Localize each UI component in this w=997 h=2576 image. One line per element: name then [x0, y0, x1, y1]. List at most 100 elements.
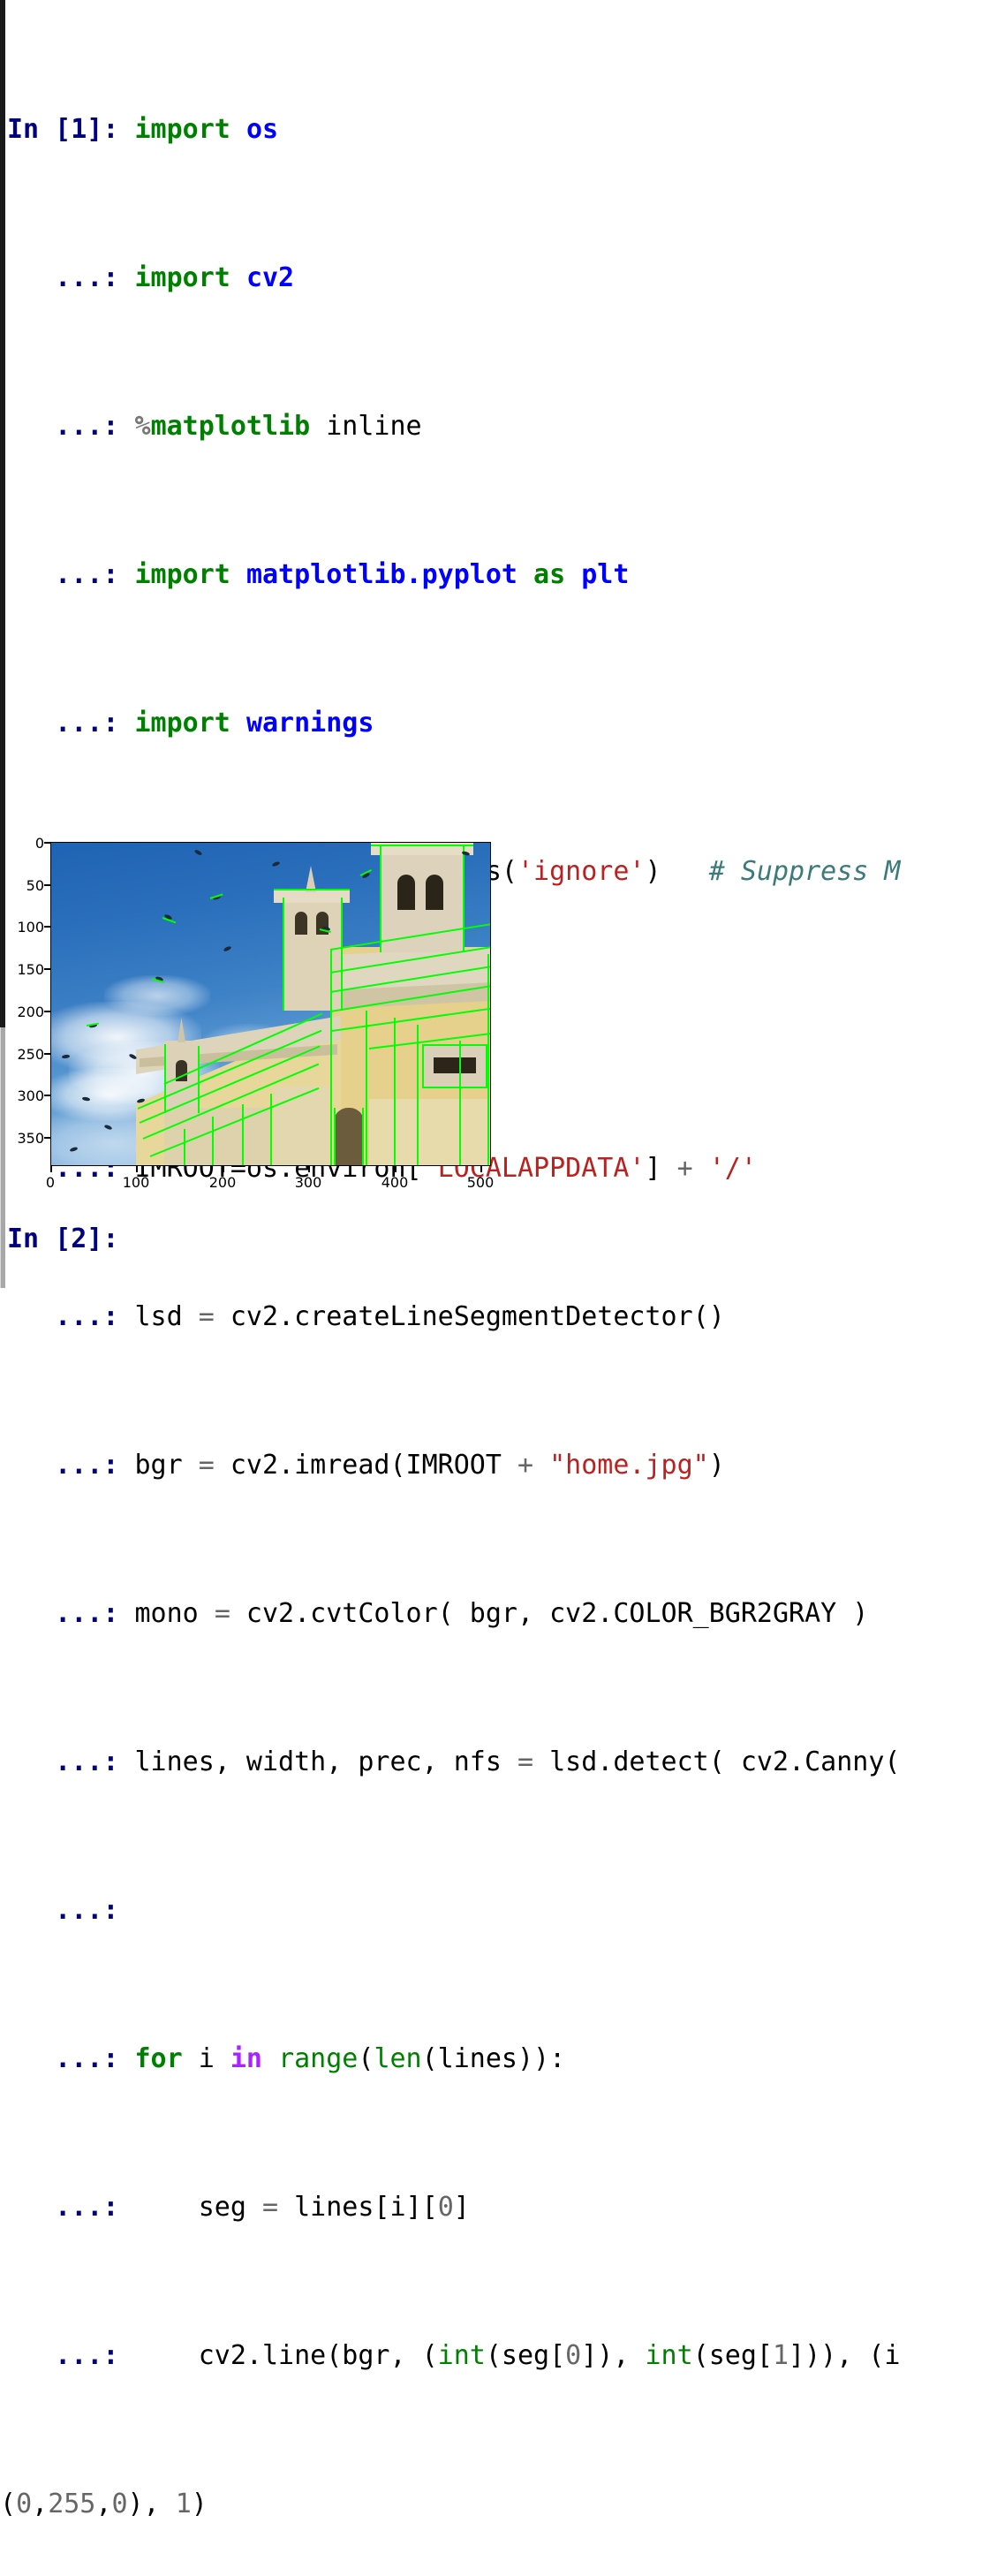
op-equals: =: [214, 1598, 230, 1629]
y-tick-label-250: 250: [17, 1046, 44, 1063]
line-segment: [422, 1044, 424, 1088]
y-tick-mark: [44, 1095, 50, 1096]
code-line-10: ...: bgr = cv2.imread(IMROOT + "home.jpg…: [7, 1447, 997, 1484]
code-input-area[interactable]: In [1]: import os ...: import cv2 ...: %…: [0, 0, 997, 2576]
y-tick-mark: [44, 1137, 50, 1139]
mod-os: os: [245, 114, 279, 145]
wrap-num-1: 1: [175, 2489, 192, 2519]
wrap-num-0: 0: [16, 2489, 33, 2519]
line-segment: [330, 949, 332, 1165]
line-segment: [422, 1087, 487, 1088]
continuation-prompt: ...:: [7, 2340, 119, 2371]
op-plus: +: [676, 1153, 693, 1184]
central-doorway: [334, 1108, 364, 1165]
y-tick-label-0: 0: [34, 835, 44, 852]
line-segment: [366, 1011, 367, 1165]
string-ignore: 'ignore': [517, 856, 646, 887]
y-tick-label-200: 200: [17, 1004, 44, 1020]
code-line-9: ...: lsd = cv2.createLineSegmentDetector…: [7, 1299, 997, 1336]
builtin-int: int: [645, 2340, 693, 2371]
code-line-12: ...: lines, width, prec, nfs = lsd.detec…: [7, 1744, 997, 1781]
call-cv2-line: cv2.line(bgr, (: [134, 2340, 438, 2371]
op-equals: =: [517, 1746, 534, 1777]
builtin-range: range: [278, 2043, 359, 2074]
lower-wall-panel-mid: [274, 1087, 329, 1165]
upper-right-tower-arch-1: [397, 875, 415, 910]
var-i: i: [182, 2043, 230, 2074]
wrap-close: ),: [127, 2489, 176, 2519]
corner-tower-arch-left: [295, 912, 307, 935]
op-plus: +: [517, 1450, 534, 1481]
seg-index-1-close: ])), (i: [789, 2340, 901, 2371]
kw-import: import: [134, 114, 230, 145]
code-line-4: ...: import matplotlib.pyplot as plt: [7, 557, 997, 594]
continuation-prompt: ...:: [7, 262, 119, 293]
code-line-16: ...: cv2.line(bgr, (int(seg[0]), int(seg…: [7, 2337, 997, 2375]
line-segment: [487, 954, 489, 1165]
line-segment: [422, 1044, 487, 1046]
line-segment: [242, 1104, 244, 1165]
x-tick-label-500: 500: [466, 1174, 495, 1191]
y-tick-mark: [44, 842, 50, 844]
mod-matplotlib-pyplot: matplotlib.pyplot: [245, 559, 517, 590]
magic-percent: %: [134, 411, 151, 442]
y-tick-label-350: 350: [17, 1130, 44, 1147]
paren-close: ): [708, 1450, 725, 1481]
call-create-lsd: cv2.createLineSegmentDetector(): [214, 1301, 725, 1332]
mod-cv2: cv2: [245, 262, 295, 293]
line-segment: [459, 1041, 461, 1165]
seg-index-0-open: (seg[: [485, 2340, 566, 2371]
continuation-prompt: ...:: [7, 708, 119, 739]
x-tick-mark: [480, 1166, 482, 1172]
x-tick-mark: [50, 1166, 52, 1172]
y-tick-mark: [44, 926, 50, 928]
seg-index-0-close: ]),: [581, 2340, 646, 2371]
line-segment: [274, 889, 350, 890]
var-mono: mono: [134, 1598, 215, 1629]
x-tick-label-400: 400: [381, 1174, 409, 1191]
code-line-2: ...: import cv2: [7, 260, 997, 297]
y-tick-mark: [44, 1011, 50, 1012]
paren-close: ): [645, 856, 661, 887]
line-segment: [371, 845, 473, 846]
matplotlib-figure-output: 0 50 100 150 200 250 300 350 0 100 200 3…: [0, 820, 530, 1191]
corner-tower-shaft: [283, 896, 341, 1011]
wrap-num-255: 255: [48, 2489, 96, 2519]
var-bgr: bgr: [134, 1450, 199, 1481]
y-tick-mark: [44, 884, 50, 886]
x-tick-label-0: 0: [45, 1174, 56, 1191]
continuation-prompt: ...:: [7, 1598, 119, 1629]
code-line-13-blank: ...:: [7, 1892, 997, 1929]
x-tick-label-300: 300: [294, 1174, 322, 1191]
x-tick-label-200: 200: [208, 1174, 237, 1191]
line-segment: [184, 1129, 185, 1165]
index-lines: lines[i][: [278, 2192, 438, 2223]
mod-alias-plt: plt: [581, 559, 630, 590]
kw-import: import: [134, 708, 230, 739]
code-line-16-wrapped: (0,255,0), 1): [0, 2486, 997, 2523]
call-lsd-detect: lsd.detect( cv2.Canny(: [533, 1746, 901, 1777]
notebook-cell-output: In [1]: import os ...: import cv2 ...: %…: [0, 0, 997, 2519]
input-prompt-2[interactable]: In [2]:: [7, 1221, 118, 1258]
tuple-lines: lines, width, prec, nfs: [134, 1746, 517, 1777]
wrap-comma-2: ,: [95, 2489, 112, 2519]
imshow-axes: [50, 842, 491, 1166]
num-zero: 0: [565, 2340, 582, 2371]
builtin-len: len: [374, 2043, 422, 2074]
num-zero: 0: [437, 2192, 454, 2223]
line-segment: [463, 846, 465, 952]
code-line-5: ...: import warnings: [7, 705, 997, 742]
y-tick-label-100: 100: [17, 919, 44, 936]
y-tick-mark: [44, 968, 50, 970]
bracket-close: ]: [453, 2192, 470, 2223]
lower-wall-panel-left: [164, 1108, 270, 1165]
continuation-prompt: ...:: [7, 1301, 119, 1332]
call-imread: cv2.imread(IMROOT: [214, 1450, 517, 1481]
code-line-3: ...: %matplotlib inline: [7, 408, 997, 445]
num-one: 1: [772, 2340, 789, 2371]
line-segment: [198, 1046, 200, 1113]
mod-warnings: warnings: [245, 708, 374, 739]
comment-suppress: # Suppress M: [708, 856, 901, 887]
input-prompt-1: In [1]:: [7, 114, 119, 145]
line-segment: [212, 1117, 214, 1165]
